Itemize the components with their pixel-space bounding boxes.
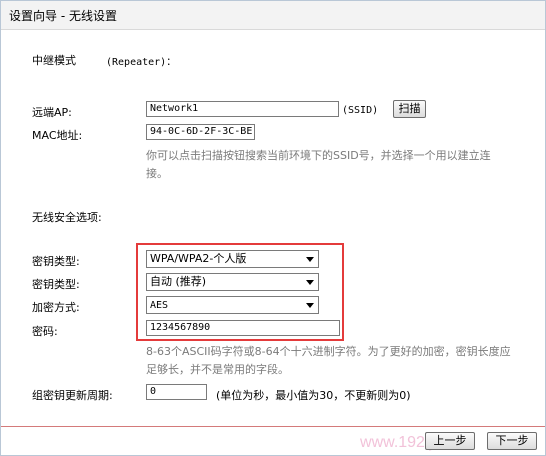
window-title: 设置向导 - 无线设置 <box>9 9 117 23</box>
key-type-label-1: 密钥类型: <box>32 255 80 268</box>
highlight-box <box>136 243 344 341</box>
password-label: 密码: <box>32 325 58 338</box>
security-section-title: 无线安全选项: <box>32 211 102 224</box>
group-key-input[interactable]: 0 <box>146 384 207 400</box>
remote-ap-label: 远端AP: <box>32 106 72 119</box>
bottom-divider <box>1 426 545 427</box>
scan-hint: 你可以点击扫描按钮搜索当前环境下的SSID号，并选择一个用以建立连接。 <box>146 149 491 180</box>
group-key-hint: (单位为秒，最小值为30，不更新则为0) <box>216 389 411 402</box>
prev-button[interactable]: 上一步 <box>425 432 475 450</box>
ssid-suffix: (SSID) <box>342 105 379 116</box>
mac-label: MAC地址: <box>32 129 83 142</box>
key-type-label-2: 密钥类型: <box>32 278 80 291</box>
scan-button[interactable]: 扫描 <box>393 100 426 118</box>
title-bar: 设置向导 - 无线设置 <box>1 1 545 30</box>
password-hint: 8-63个ASCII码字符或8-64个十六进制字符。为了更好的加密，密钥长度应足… <box>146 345 511 376</box>
setup-wizard-window: 设置向导 - 无线设置 中继模式 (Repeater)： 远端AP: Netwo… <box>0 0 546 456</box>
encryption-label: 加密方式: <box>32 301 80 314</box>
mode-value: (Repeater)： <box>106 57 177 68</box>
group-key-label: 组密钥更新周期: <box>32 389 113 402</box>
ssid-input[interactable]: Network1 <box>146 101 339 117</box>
mac-input[interactable]: 94-0C-6D-2F-3C-BE <box>146 124 255 140</box>
next-button[interactable]: 下一步 <box>487 432 537 450</box>
mode-label: 中继模式 <box>32 54 76 67</box>
